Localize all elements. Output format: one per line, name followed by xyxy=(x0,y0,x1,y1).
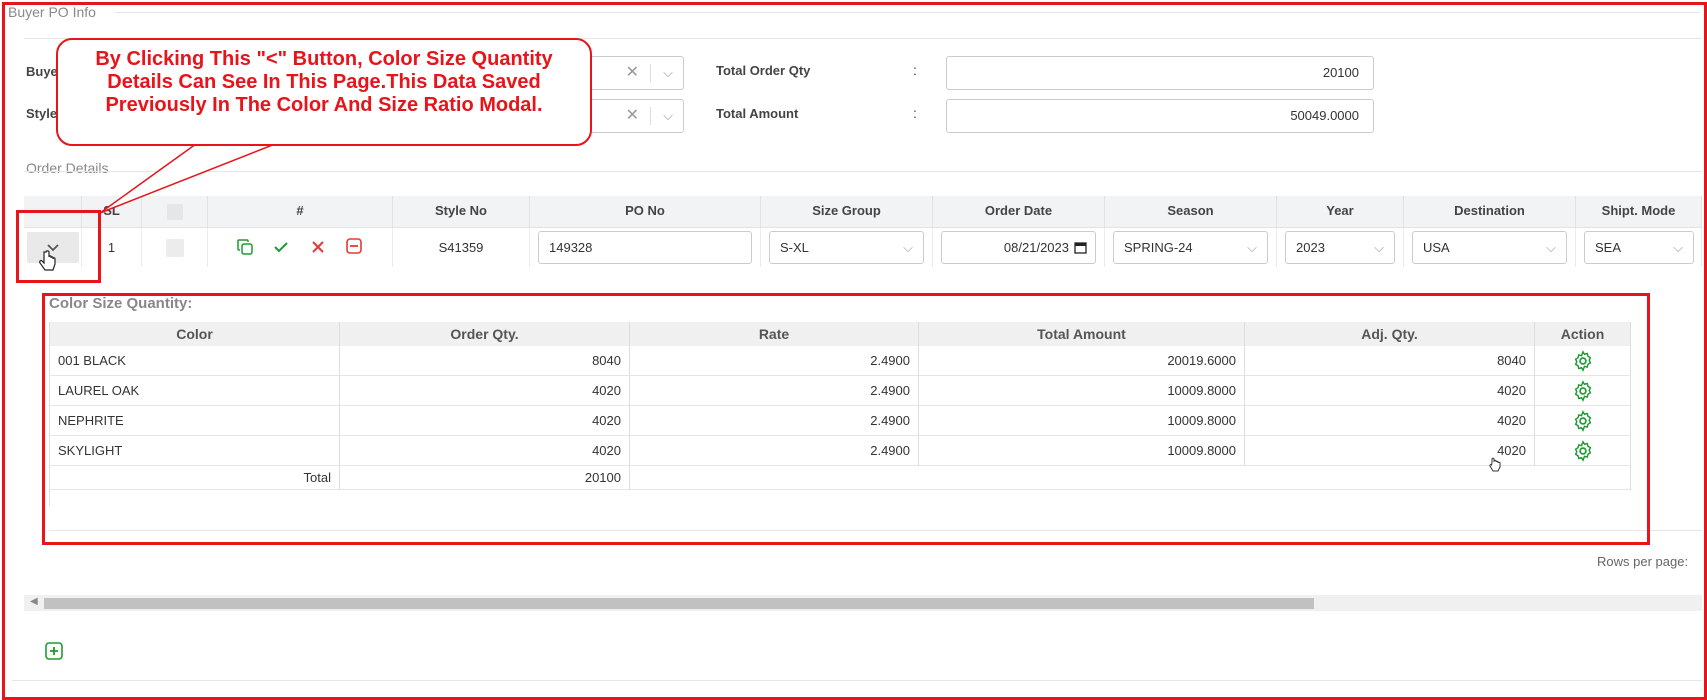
season-value: SPRING-24 xyxy=(1124,240,1193,255)
chevron-down-icon: ⌵ xyxy=(1673,240,1683,255)
colon: : xyxy=(913,62,917,78)
destination-cell: USA ⌵ xyxy=(1404,228,1576,267)
size-group-cell: S-XL ⌵ xyxy=(761,228,933,267)
row-checkbox[interactable] xyxy=(165,239,184,257)
order-date-col-header: Order Date xyxy=(933,196,1105,228)
chevron-down-icon[interactable]: ⌵ xyxy=(663,57,673,89)
chevron-down-icon: ⌵ xyxy=(1546,240,1556,255)
chevron-down-icon[interactable]: ⌵ xyxy=(663,100,673,132)
po-no-cell: 149328 xyxy=(530,228,761,267)
scrollbar-thumb[interactable] xyxy=(44,598,1314,609)
total-amount-field[interactable]: 50049.0000 xyxy=(946,99,1374,133)
year-value: 2023 xyxy=(1296,240,1325,255)
total-amount-label: Total Amount xyxy=(716,106,799,121)
order-date-input[interactable]: 08/21/2023 xyxy=(941,231,1096,264)
destination-col-header: Destination xyxy=(1404,196,1576,228)
footer-divider xyxy=(12,680,1702,681)
year-cell: 2023 ⌵ xyxy=(1277,228,1404,267)
annotation-callout: By Clicking This "<" Button, Color Size … xyxy=(56,38,592,146)
shipt-mode-cell: SEA ⌵ xyxy=(1576,228,1702,267)
destination-value: USA xyxy=(1423,240,1450,255)
calendar-icon[interactable] xyxy=(1074,241,1087,254)
size-group-col-header: Size Group xyxy=(761,196,933,228)
row-actions-cell xyxy=(208,228,393,267)
year-col-header: Year xyxy=(1277,196,1404,228)
clear-icon[interactable]: ✕ xyxy=(626,100,639,132)
callout-line-1: By Clicking This "<" Button, Color Size … xyxy=(95,48,553,70)
clear-icon[interactable]: ✕ xyxy=(626,57,639,89)
shipt-mode-value: SEA xyxy=(1595,240,1622,255)
size-group-select[interactable]: S-XL ⌵ xyxy=(769,231,924,264)
copy-icon[interactable] xyxy=(236,238,254,256)
check-icon[interactable] xyxy=(272,238,290,256)
minus-square-icon[interactable] xyxy=(345,237,363,255)
year-select[interactable]: 2023 ⌵ xyxy=(1285,231,1395,264)
po-no-input[interactable]: 149328 xyxy=(538,231,752,264)
select-separator xyxy=(650,64,651,82)
horizontal-scrollbar[interactable]: ◀ xyxy=(24,595,1702,611)
chevron-down-icon: ⌵ xyxy=(1247,240,1257,255)
close-icon[interactable] xyxy=(309,238,327,256)
size-group-value: S-XL xyxy=(780,240,809,255)
style-no-cell: S41359 xyxy=(393,228,530,267)
callout-line-2: Details Can See In This Page.This Data S… xyxy=(107,71,541,93)
plus-square-icon[interactable] xyxy=(44,641,64,661)
order-table-row: 1 S41359 149328 S-XL ⌵ 08/21/2023 SPRING… xyxy=(24,228,1702,271)
shipt-mode-col-header: Shipt. Mode xyxy=(1576,196,1702,228)
season-col-header: Season xyxy=(1105,196,1277,228)
style-no-col-header: Style No xyxy=(393,196,530,228)
season-select[interactable]: SPRING-24 ⌵ xyxy=(1113,231,1268,264)
po-no-col-header: PO No xyxy=(530,196,761,228)
callout-line-3: Previously In The Color And Size Ratio M… xyxy=(105,94,543,116)
checkbox-cell xyxy=(142,228,208,267)
colon: : xyxy=(913,105,917,121)
chevron-down-icon: ⌵ xyxy=(903,240,913,255)
select-separator xyxy=(650,107,651,125)
shipt-mode-select[interactable]: SEA ⌵ xyxy=(1584,231,1694,264)
total-order-qty-field[interactable]: 20100 xyxy=(946,56,1374,90)
season-cell: SPRING-24 ⌵ xyxy=(1105,228,1277,267)
chevron-down-icon: ⌵ xyxy=(1374,240,1384,255)
rows-per-page-label: Rows per page: xyxy=(1597,554,1689,569)
order-date-cell: 08/21/2023 xyxy=(933,228,1105,267)
order-date-value: 08/21/2023 xyxy=(1003,240,1069,255)
color-size-highlight xyxy=(42,293,1650,545)
destination-select[interactable]: USA ⌵ xyxy=(1412,231,1567,264)
scroll-left-icon[interactable]: ◀ xyxy=(30,596,38,607)
total-order-qty-label: Total Order Qty xyxy=(716,63,811,78)
